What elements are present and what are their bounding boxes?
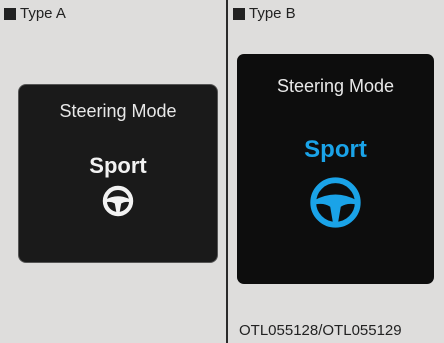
steering-mode-value-b: Sport: [304, 136, 367, 163]
steering-wheel-icon: [310, 177, 361, 228]
type-b-label: Type B: [233, 5, 296, 22]
cluster-display-a: Steering Mode Sport: [19, 85, 217, 262]
screen-title-b: Steering Mode: [276, 76, 395, 96]
steering-mode-value-a: Sport: [89, 153, 147, 178]
steering-wheel-icon: [102, 185, 134, 217]
cluster-display-b: Steering Mode Sport: [237, 54, 434, 284]
figure-caption: OTL055128/OTL055129: [239, 322, 402, 339]
screen-title-a: Steering Mode: [59, 101, 177, 121]
type-a-label-text: Type A: [20, 5, 66, 22]
type-a-label: Type A: [4, 5, 66, 22]
square-bullet-icon: [4, 7, 16, 20]
type-a-panel: Type A Steering Mode Sport: [0, 0, 226, 343]
type-b-label-text: Type B: [249, 5, 296, 22]
square-bullet-icon: [233, 7, 245, 20]
type-b-panel: Type B Steering Mode Sport OTL055128/OTL…: [228, 0, 444, 343]
